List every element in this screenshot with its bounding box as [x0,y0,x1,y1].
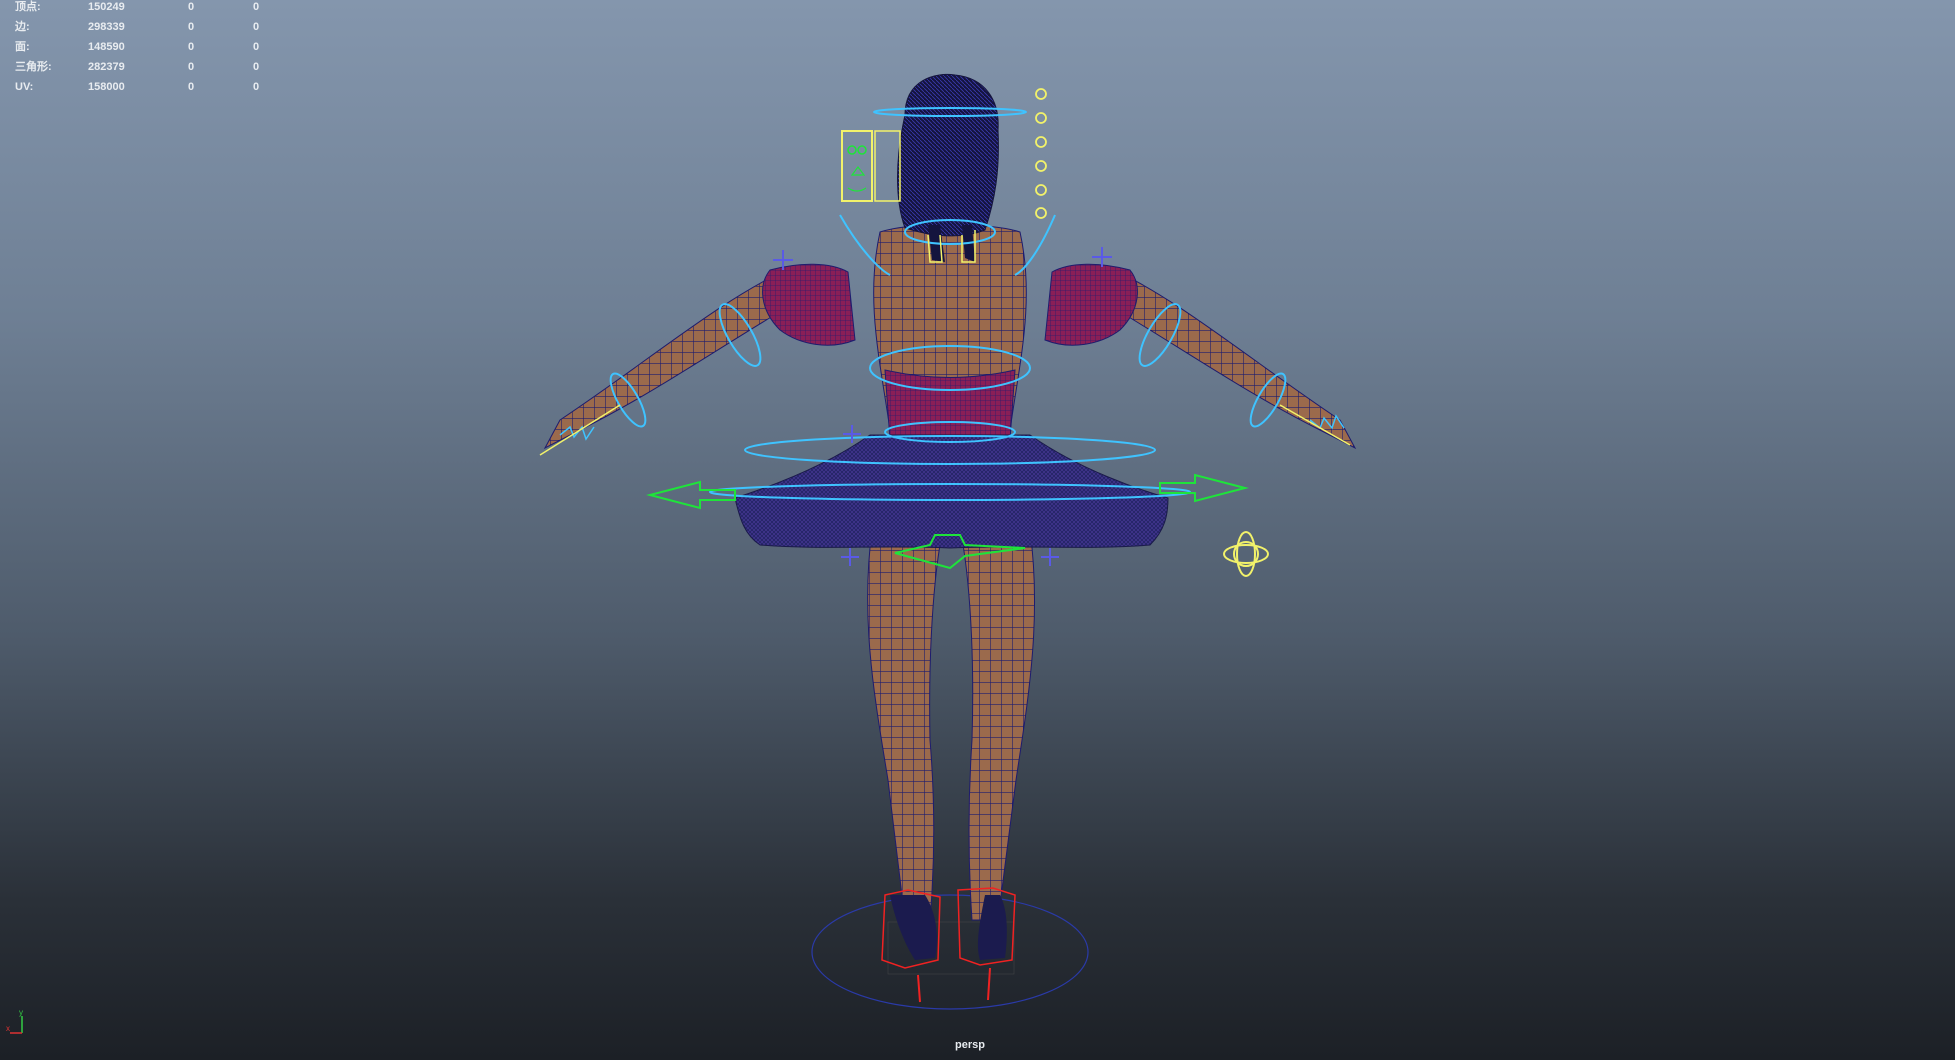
character-mesh[interactable] [543,73,1357,960]
camera-name-label: persp [955,1039,985,1051]
y-axis-label: y [19,1008,23,1017]
yellow-circle-controls[interactable] [1035,88,1047,219]
world-control[interactable] [1223,531,1269,577]
ground-control[interactable] [811,894,1089,1010]
axis-gizmo: y x [6,1008,23,1034]
x-axis-label: x [6,1024,10,1033]
viewport-3d[interactable] [0,0,1955,1060]
face-control-panel[interactable] [841,130,901,202]
